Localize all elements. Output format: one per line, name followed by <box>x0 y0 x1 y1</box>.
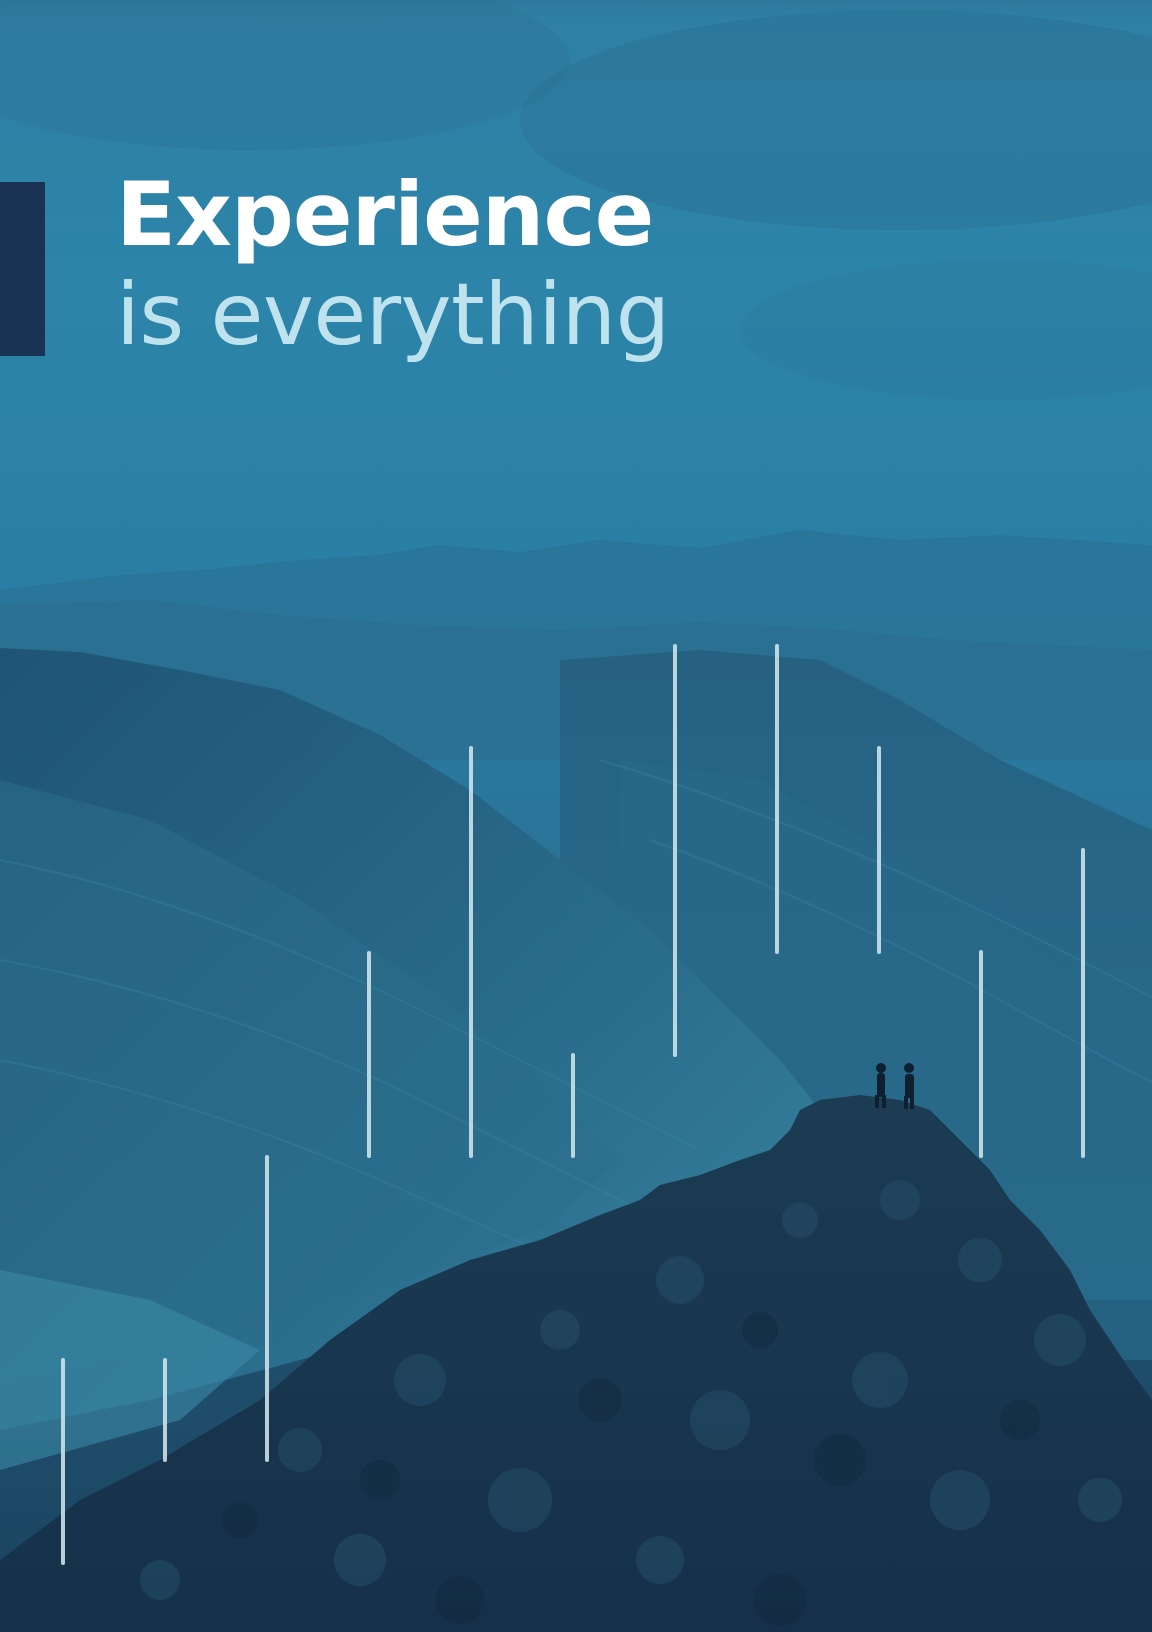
headline: Experience is everything <box>116 163 816 366</box>
accent-bar <box>0 182 45 356</box>
headline-secondary: is everything <box>116 265 670 365</box>
headline-primary: Experience <box>116 163 654 266</box>
cover-page: Experience is everything <box>0 0 1152 1632</box>
